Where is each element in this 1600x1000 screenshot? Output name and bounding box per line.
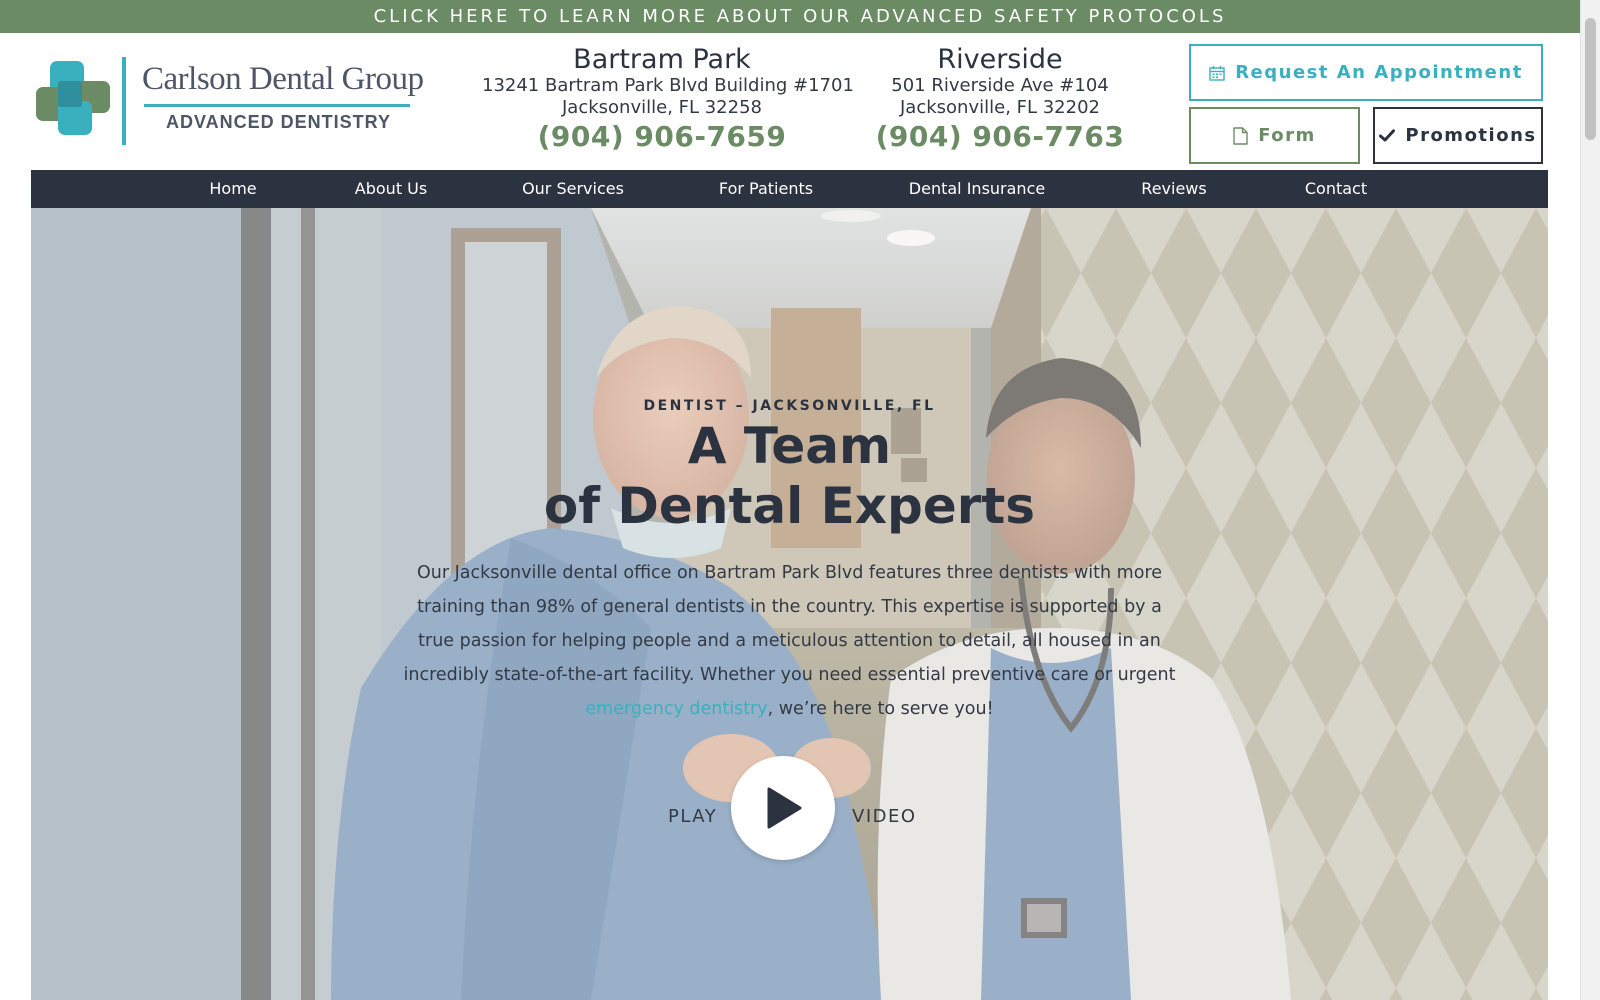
play-label: PLAY — [668, 806, 718, 827]
request-appointment-button[interactable]: Request An Appointment — [1189, 44, 1543, 101]
nav-item-about-us[interactable]: About Us — [355, 170, 427, 208]
logo[interactable]: Carlson Dental Group ADVANCED DENTISTRY — [34, 53, 424, 153]
logo-mark-icon — [36, 61, 110, 135]
location-address-line1: 501 Riverside Ave #104 — [891, 75, 1109, 96]
location-phone-link[interactable]: (904) 906-7659 — [482, 119, 842, 155]
form-label: Form — [1258, 125, 1316, 146]
hero-kicker: DENTIST – JACKSONVILLE, FL — [643, 398, 936, 414]
page-scrollbar[interactable] — [1580, 0, 1600, 1000]
logo-divider — [122, 57, 126, 145]
video-label: VIDEO — [852, 806, 917, 827]
hero-title-line1: A Team — [687, 417, 892, 475]
nav-item-reviews[interactable]: Reviews — [1141, 170, 1206, 208]
location-name: Riverside — [937, 44, 1063, 75]
play-icon — [763, 786, 803, 830]
emergency-dentistry-link[interactable]: emergency dentistry — [585, 699, 767, 719]
location-bartram-park: Bartram Park 13241 Bartram Park Blvd Bui… — [482, 44, 854, 155]
hero-text-part1: Our Jacksonville dental office on Bartra… — [403, 563, 1176, 685]
promotions-button[interactable]: Promotions — [1373, 107, 1543, 164]
nav-item-contact[interactable]: Contact — [1305, 170, 1367, 208]
nav-item-dental-insurance[interactable]: Dental Insurance — [909, 170, 1045, 208]
nav-item-for-patients[interactable]: For Patients — [719, 170, 813, 208]
form-button[interactable]: Form — [1189, 107, 1360, 164]
logo-name: Carlson Dental Group — [142, 61, 424, 97]
hero-text-part2: , we’re here to serve you! — [767, 699, 994, 719]
request-appointment-label: Request An Appointment — [1235, 62, 1523, 83]
nav-item-home[interactable]: Home — [209, 170, 256, 208]
location-riverside: Riverside 501 Riverside Ave #104 Jackson… — [860, 45, 1140, 155]
hero-title: A Team of Dental Experts — [31, 416, 1548, 536]
calendar-icon — [1209, 65, 1225, 81]
promotions-label: Promotions — [1405, 125, 1537, 146]
nav-item-our-services[interactable]: Our Services — [522, 170, 624, 208]
page: CLICK HERE TO LEARN MORE ABOUT OUR ADVAN… — [0, 0, 1600, 1000]
hero-title-line2: of Dental Experts — [543, 477, 1036, 535]
logo-rule — [144, 104, 410, 107]
location-address-line2: Jacksonville, FL 32258 — [562, 97, 762, 118]
safety-protocols-banner[interactable]: CLICK HERE TO LEARN MORE ABOUT OUR ADVAN… — [0, 0, 1600, 33]
logo-tagline: ADVANCED DENTISTRY — [166, 112, 392, 132]
document-icon — [1233, 126, 1248, 145]
site-header: Carlson Dental Group ADVANCED DENTISTRY … — [0, 33, 1580, 169]
hero-section: DENTIST – JACKSONVILLE, FL A Team of Den… — [31, 208, 1548, 1000]
main-nav: Home About Us Our Services For Patients … — [31, 170, 1548, 208]
location-address-line1: 13241 Bartram Park Blvd Building #1701 — [482, 75, 854, 96]
location-name: Bartram Park — [573, 44, 751, 75]
location-phone-link[interactable]: (904) 906-7763 — [860, 119, 1140, 155]
play-video-button[interactable] — [731, 756, 835, 860]
hero-description: Our Jacksonville dental office on Bartra… — [401, 556, 1178, 726]
scrollbar-thumb[interactable] — [1585, 18, 1596, 140]
checkmark-icon — [1379, 129, 1396, 142]
location-address-line2: Jacksonville, FL 32202 — [900, 97, 1100, 118]
